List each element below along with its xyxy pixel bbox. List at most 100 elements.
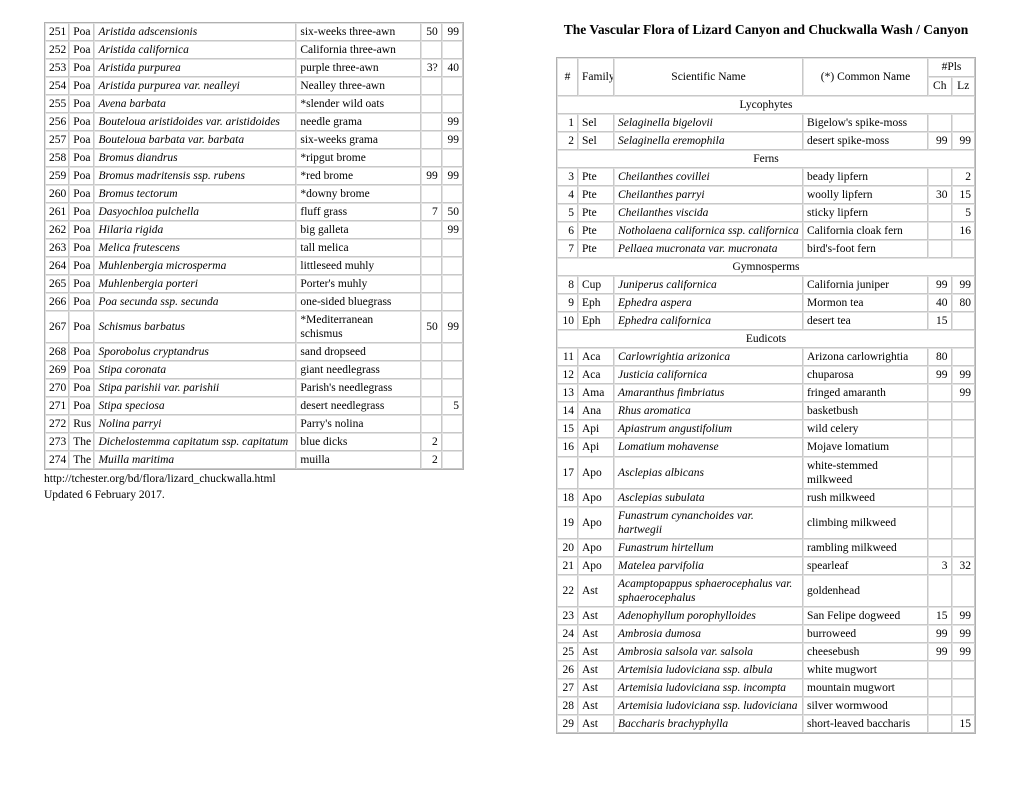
- table-row[interactable]: 25 Ast Ambrosia salsola var. salsola cheese…: [557, 642, 975, 661]
- cell-number: 3: [557, 168, 578, 187]
- cell-ch-count: [928, 420, 952, 439]
- table-row[interactable]: 21 Apo Matelea parvifolia spearleaf 3 32: [557, 556, 975, 575]
- table-row[interactable]: 263 Poa Melica frutescens tall melica: [45, 239, 463, 258]
- cell-scientific-name: Aristida purpurea: [94, 59, 297, 78]
- cell-number: 14: [557, 402, 578, 421]
- table-row[interactable]: 256 Poa Bouteloua aristidoides var. aristi…: [45, 113, 463, 132]
- table-row[interactable]: 4 Pte Cheilanthes parryi woolly lipfern 30 15: [557, 186, 975, 205]
- cell-common-name: muilla: [296, 451, 421, 470]
- cell-ch-count: 15: [928, 606, 952, 625]
- table-row[interactable]: 17 Apo Asclepias albicans white-stemmed mil…: [557, 456, 975, 489]
- cell-number: 28: [557, 696, 578, 715]
- table-row[interactable]: 27 Ast Artemisia ludoviciana ssp. incompta…: [557, 678, 975, 697]
- cell-number: 268: [45, 343, 70, 362]
- table-row[interactable]: 254 Poa Aristida purpurea var. nealleyi Nea…: [45, 77, 463, 96]
- table-row[interactable]: 19 Apo Funastrum cynanchoides var. hartweg…: [557, 506, 975, 539]
- table-row[interactable]: 261 Poa Dasyochloa pulchella fluff grass 7 50: [45, 203, 463, 222]
- cell-family: Ast: [578, 660, 614, 679]
- cell-ch-count: 99: [928, 132, 952, 151]
- table-row[interactable]: 3 Pte Cheilanthes covillei beady lipfern 2: [557, 168, 975, 187]
- table-row[interactable]: 269 Poa Stipa coronata giant needlegrass: [45, 361, 463, 380]
- table-row[interactable]: 7 Pte Pellaea mucronata var. mucronata bird…: [557, 240, 975, 259]
- cell-family: The: [69, 433, 95, 452]
- table-row[interactable]: 1 Sel Selaginella bigelovii Bigelow's spike…: [557, 114, 975, 133]
- table-row[interactable]: 14 Ana Rhus aromatica basketbush: [557, 402, 975, 421]
- table-row[interactable]: 15 Api Apiastrum angustifolium wild celery: [557, 420, 975, 439]
- table-row[interactable]: 22 Ast Acamptopappus sphaerocephalus var. …: [557, 574, 975, 607]
- cell-scientific-name: Acamptopappus sphaerocephalus var. sphae…: [614, 574, 803, 607]
- table-row[interactable]: 9 Eph Ephedra aspera Mormon tea 40 80: [557, 294, 975, 313]
- table-row[interactable]: 16 Api Lomatium mohavense Mojave lomatium: [557, 438, 975, 457]
- cell-lz-count: 99: [951, 642, 975, 661]
- table-row[interactable]: 12 Aca Justicia californica chuparosa 99 99: [557, 366, 975, 385]
- cell-common-name: needle grama: [296, 113, 421, 132]
- source-url[interactable]: http://tchester.org/bd/flora/lizard_chuc…: [44, 472, 464, 487]
- cell-scientific-name: Stipa speciosa: [94, 397, 297, 416]
- cell-lz-count: 32: [951, 556, 975, 575]
- cell-ch-count: 80: [928, 348, 952, 367]
- table-row[interactable]: 267 Poa Schismus barbatus *Mediterranean sc…: [45, 311, 463, 344]
- cell-scientific-name: Pellaea mucronata var. mucronata: [614, 240, 803, 259]
- table-row[interactable]: 271 Poa Stipa speciosa desert needlegrass 5: [45, 397, 463, 416]
- table-row[interactable]: 10 Eph Ephedra californica desert tea 15: [557, 312, 975, 331]
- cell-number: 15: [557, 420, 578, 439]
- cell-common-name: six-weeks grama: [296, 131, 421, 150]
- header-lz: Lz: [951, 76, 975, 97]
- table-row[interactable]: 260 Poa Bromus tectorum *downy brome: [45, 185, 463, 204]
- table-row[interactable]: 6 Pte Notholaena californica ssp. californ…: [557, 222, 975, 241]
- table-row[interactable]: 266 Poa Poa secunda ssp. secunda one-sided …: [45, 293, 463, 312]
- cell-family: Poa: [69, 379, 95, 398]
- table-row[interactable]: 29 Ast Baccharis brachyphylla short-leaved …: [557, 714, 975, 733]
- cell-number: 11: [557, 348, 578, 367]
- cell-scientific-name: Cheilanthes covillei: [614, 168, 803, 187]
- table-row[interactable]: 272 Rus Nolina parryi Parry's nolina: [45, 415, 463, 434]
- table-row[interactable]: 262 Poa Hilaria rigida big galleta 99: [45, 221, 463, 240]
- table-row[interactable]: 257 Poa Bouteloua barbata var. barbata six-…: [45, 131, 463, 150]
- table-row[interactable]: 265 Poa Muhlenbergia porteri Porter's muhly: [45, 275, 463, 294]
- cell-common-name: Mojave lomatium: [803, 438, 928, 457]
- cell-family: Sel: [578, 132, 614, 151]
- table-row[interactable]: 2 Sel Selaginella eremophila desert spike-m…: [557, 132, 975, 151]
- table-row[interactable]: 18 Apo Asclepias subulata rush milkweed: [557, 488, 975, 507]
- table-row[interactable]: 13 Ama Amaranthus fimbriatus fringed amaran…: [557, 384, 975, 403]
- cell-ch-count: [420, 185, 442, 204]
- table-row[interactable]: 259 Poa Bromus madritensis ssp. rubens *red…: [45, 167, 463, 186]
- cell-number: 2: [557, 132, 578, 151]
- cell-ch-count: [928, 204, 952, 223]
- cell-lz-count: [951, 456, 975, 489]
- table-row[interactable]: 274 The Muilla maritima muilla 2: [45, 451, 463, 470]
- table-row[interactable]: 11 Aca Carlowrightia arizonica Arizona carl…: [557, 348, 975, 367]
- table-row[interactable]: 264 Poa Muhlenbergia microsperma littleseed…: [45, 257, 463, 276]
- table-row[interactable]: 24 Ast Ambrosia dumosa burroweed 99 99: [557, 624, 975, 643]
- table-row[interactable]: 252 Poa Aristida californica California thr…: [45, 41, 463, 60]
- table-row[interactable]: 23 Ast Adenophyllum porophylloides San Feli…: [557, 606, 975, 625]
- cell-scientific-name: Juniperus californica: [614, 276, 803, 295]
- table-row[interactable]: 28 Ast Artemisia ludoviciana ssp. ludovici…: [557, 696, 975, 715]
- cell-ch-count: [928, 574, 952, 607]
- cell-scientific-name: Bromus tectorum: [94, 185, 297, 204]
- table-row[interactable]: 255 Poa Avena barbata *slender wild oats: [45, 95, 463, 114]
- table-row[interactable]: 273 The Dichelostemma capitatum ssp. capit…: [45, 433, 463, 452]
- cell-family: Apo: [578, 506, 614, 539]
- cell-lz-count: [951, 696, 975, 715]
- table-row[interactable]: 26 Ast Artemisia ludoviciana ssp. albula wh…: [557, 660, 975, 679]
- cell-scientific-name: Aristida adscensionis: [94, 23, 297, 42]
- cell-scientific-name: Funastrum cynanchoides var. hartwegii: [614, 506, 803, 539]
- table-row[interactable]: 268 Poa Sporobolus cryptandrus sand dropsee…: [45, 343, 463, 362]
- table-row[interactable]: 253 Poa Aristida purpurea purple three-awn 3…: [45, 59, 463, 78]
- table-row[interactable]: 20 Apo Funastrum hirtellum rambling milkwee…: [557, 538, 975, 557]
- cell-ch-count: [420, 397, 442, 416]
- cell-number: 252: [45, 41, 70, 60]
- table-row[interactable]: 270 Poa Stipa parishii var. parishii Parish…: [45, 379, 463, 398]
- header-common-name: (*) Common Name: [803, 58, 928, 97]
- table-row[interactable]: 251 Poa Aristida adscensionis six-weeks thr…: [45, 23, 463, 42]
- cell-family: Apo: [578, 456, 614, 489]
- cell-family: Poa: [69, 397, 95, 416]
- cell-lz-count: 50: [441, 203, 463, 222]
- cell-ch-count: [928, 240, 952, 259]
- cell-family: Poa: [69, 113, 95, 132]
- table-row[interactable]: 258 Poa Bromus diandrus *ripgut brome: [45, 149, 463, 168]
- table-row[interactable]: 5 Pte Cheilanthes viscida sticky lipfern 5: [557, 204, 975, 223]
- table-row[interactable]: 8 Cup Juniperus californica California juni…: [557, 276, 975, 295]
- cell-family: Sel: [578, 114, 614, 133]
